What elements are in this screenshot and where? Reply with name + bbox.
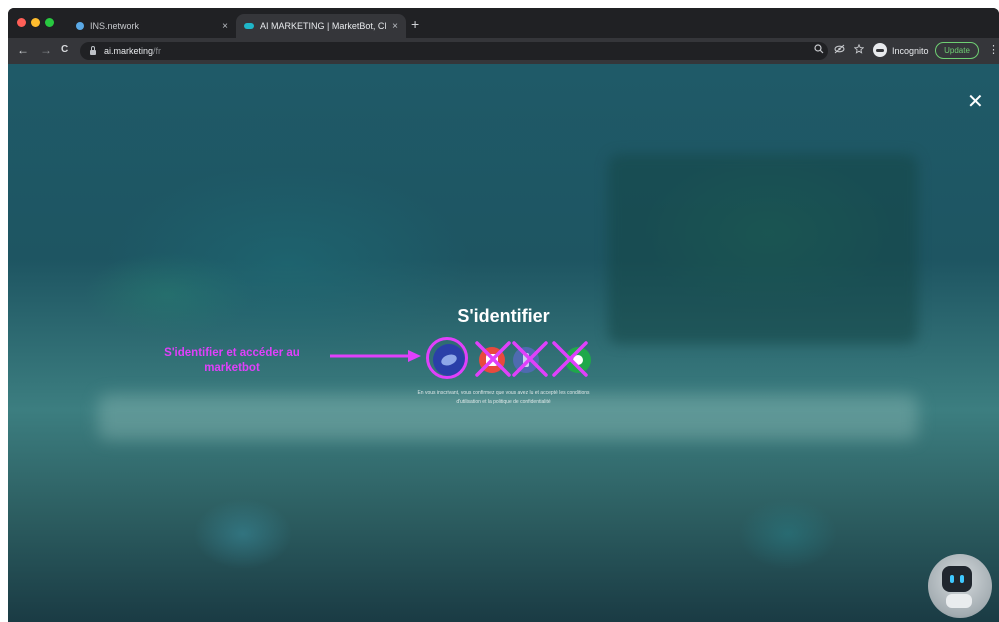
close-icon[interactable]: × xyxy=(392,21,398,32)
back-button[interactable]: ← xyxy=(17,43,29,57)
address-bar[interactable]: ai.marketing /fr xyxy=(80,42,828,60)
forward-button[interactable]: → xyxy=(40,43,52,57)
page-viewport: ✕ S'identifier S'identifier et accéder a… xyxy=(8,64,999,622)
browser-window: INS.network × AI MARKETING | MarketBot, … xyxy=(8,8,999,622)
annotation-arrow-icon xyxy=(330,350,421,362)
globe-icon xyxy=(76,22,84,30)
browser-toolbar: ← → C ai.marketing /fr Incognito Update … xyxy=(8,38,999,64)
cross-mark-icon xyxy=(512,341,548,377)
incognito-icon[interactable] xyxy=(873,43,887,57)
incognito-label: Incognito xyxy=(892,46,929,56)
marketbot-favicon-icon xyxy=(244,23,254,29)
disclaimer-line[interactable]: d'utilisation et la politique de confide… xyxy=(378,398,629,407)
cross-mark-icon xyxy=(552,341,588,377)
minimize-window-button[interactable] xyxy=(31,18,40,27)
robot-body xyxy=(946,594,972,608)
terms-disclaimer: En vous inscrivant, vous confirmez que v… xyxy=(378,389,629,407)
star-icon[interactable] xyxy=(853,43,865,58)
annotation-label: S'identifier et accéder au marketbot xyxy=(164,347,300,374)
cross-mark-icon xyxy=(475,341,511,377)
new-tab-button[interactable]: + xyxy=(411,17,419,31)
close-icon[interactable]: ✕ xyxy=(967,92,984,112)
update-button[interactable]: Update xyxy=(935,42,979,59)
close-window-button[interactable] xyxy=(17,18,26,27)
tab-title: AI MARKETING | MarketBot, Cl xyxy=(260,21,387,31)
robot-icon xyxy=(942,566,972,592)
close-icon[interactable]: × xyxy=(222,21,228,32)
browser-menu-button[interactable]: ⋮ xyxy=(988,43,999,56)
eye-off-icon[interactable] xyxy=(834,44,845,58)
chatbot-launcher-button[interactable] xyxy=(928,554,992,618)
maximize-window-button[interactable] xyxy=(45,18,54,27)
url-path: /fr xyxy=(153,46,162,56)
tab-strip: INS.network × AI MARKETING | MarketBot, … xyxy=(8,8,999,38)
login-title: S'identifier xyxy=(457,306,550,326)
lock-icon xyxy=(90,46,96,55)
reload-button[interactable]: C xyxy=(61,43,68,57)
search-icon[interactable] xyxy=(814,44,824,58)
tab-ins-network[interactable]: INS.network × xyxy=(68,14,236,38)
tab-ai-marketing[interactable]: AI MARKETING | MarketBot, Cl × xyxy=(236,14,406,38)
url-host: ai.marketing xyxy=(104,46,154,56)
highlight-circle xyxy=(426,337,468,379)
disclaimer-line: En vous inscrivant, vous confirmez que v… xyxy=(417,390,590,396)
tab-title: INS.network xyxy=(90,21,140,31)
